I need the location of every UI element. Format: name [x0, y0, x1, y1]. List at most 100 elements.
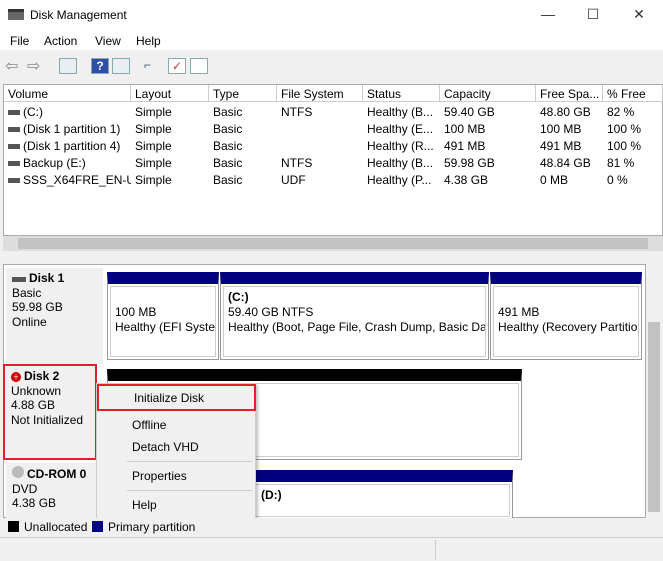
close-button[interactable]: ✕ — [629, 6, 649, 23]
disk-icon — [12, 277, 26, 282]
cell-text: 100 % — [607, 122, 642, 136]
menu-item-detach-vhd[interactable]: Detach VHD — [132, 440, 199, 454]
cell-text: UDF — [281, 173, 306, 187]
toolbar: ⇦ ⇨ ? ⌐ ✓ — [0, 52, 663, 80]
table-cell: Healthy (B... — [363, 154, 440, 171]
table-cell: 0 % — [603, 171, 663, 188]
menu-separator — [127, 490, 252, 491]
menu-item-initialize-disk[interactable]: Initialize Disk — [97, 384, 256, 411]
table-row[interactable]: (C:) Simple Basic NTFS Healthy (B... 59.40 GB… — [4, 103, 663, 120]
cell-text: (Disk 1 partition 1) — [23, 122, 121, 136]
cell-text: 82 % — [607, 105, 635, 119]
table-cell: NTFS — [277, 103, 363, 120]
table-cell: (Disk 1 partition 4) — [4, 137, 131, 154]
table-cell: 100 MB — [536, 120, 603, 137]
minimize-button[interactable]: — — [538, 6, 558, 22]
partition-label: (C:) — [228, 290, 249, 304]
cell-text: Healthy (P... — [367, 173, 432, 187]
col-status[interactable]: Status — [363, 85, 440, 102]
disk2-label[interactable]: + Disk 2 Unknown 4.88 GB Not Initialized — [3, 364, 97, 460]
cell-text: NTFS — [281, 156, 313, 170]
cell-text: Simple — [135, 173, 172, 187]
menu-action[interactable]: Action — [44, 34, 77, 48]
partition-status: Healthy (Boot, Page File, Crash Dump, Ba… — [228, 320, 486, 334]
help-icon[interactable]: ? — [91, 58, 109, 74]
cell-text: 81 % — [607, 156, 635, 170]
forward-icon[interactable]: ⇨ — [27, 56, 40, 76]
partition-c[interactable]: (C:) 59.40 GB NTFS Healthy (Boot, Page Fil… — [220, 272, 489, 360]
disk-size: 4.38 GB — [12, 496, 57, 510]
volume-icon — [8, 144, 20, 150]
table-cell — [277, 120, 363, 137]
disk1-label[interactable]: Disk 1 Basic 59.98 GB Online — [6, 268, 103, 364]
table-cell: 100 MB — [440, 120, 536, 137]
col-capacity[interactable]: Capacity — [440, 85, 536, 102]
col-layout[interactable]: Layout — [131, 85, 209, 102]
partition-recovery[interactable]: 491 MB Healthy (Recovery Partitio — [490, 272, 642, 360]
volume-icon — [8, 161, 20, 167]
cell-text: SSS_X64FRE_EN-U... — [23, 173, 131, 187]
cell-text: 100 MB — [540, 122, 582, 136]
table-row[interactable]: (Disk 1 partition 4) Simple Basic Healthy (… — [4, 137, 663, 154]
cell-text: Backup (E:) — [23, 156, 86, 170]
back-icon[interactable]: ⇦ — [5, 56, 18, 76]
disk-error-icon: + — [11, 372, 21, 382]
table-cell: 4.38 GB — [440, 171, 536, 188]
col-volume[interactable]: Volume — [4, 85, 131, 102]
cell-text: 491 MB — [444, 139, 486, 153]
table-cell: Basic — [209, 171, 277, 188]
action-pane-icon[interactable] — [112, 58, 130, 74]
volume-list: Volume Layout Type File System Status Ca… — [3, 84, 663, 236]
table-cell: Healthy (E... — [363, 120, 440, 137]
table-cell: 100 % — [603, 120, 663, 137]
maximize-button[interactable]: ☐ — [583, 6, 603, 23]
table-row[interactable]: (Disk 1 partition 1) Simple Basic Healthy (… — [4, 120, 663, 137]
cell-text: 48.84 GB — [540, 156, 591, 170]
vertical-scrollbar[interactable] — [646, 264, 662, 518]
cell-text: (Disk 1 partition 4) — [23, 139, 121, 153]
properties-icon[interactable] — [190, 58, 208, 74]
cell-text: Simple — [135, 156, 172, 170]
disk-name: Disk 2 — [24, 369, 60, 383]
partition-efi[interactable]: 100 MB Healthy (EFI System — [107, 272, 219, 360]
connect-icon[interactable]: ⌐ — [144, 58, 162, 74]
col-file-system[interactable]: File System — [277, 85, 363, 102]
table-cell: 100 % — [603, 137, 663, 154]
status-bar — [0, 537, 663, 561]
table-cell: 82 % — [603, 103, 663, 120]
menu-file[interactable]: File — [10, 34, 29, 48]
menu-view[interactable]: View — [95, 34, 121, 48]
cell-text: 48.80 GB — [540, 105, 591, 119]
menu-help[interactable]: Help — [136, 34, 161, 48]
check-icon[interactable]: ✓ — [168, 58, 186, 74]
col-free-space[interactable]: Free Spa... — [536, 85, 603, 102]
menu-item-help[interactable]: Help — [132, 498, 157, 512]
table-cell: SSS_X64FRE_EN-U... — [4, 171, 131, 188]
table-cell — [277, 137, 363, 154]
horizontal-scrollbar[interactable] — [3, 236, 663, 251]
menu-item-offline[interactable]: Offline — [132, 418, 166, 432]
table-cell: Simple — [131, 154, 209, 171]
col-percent-free[interactable]: % Free — [603, 85, 663, 102]
cell-text: (C:) — [23, 105, 43, 119]
menu-item-properties[interactable]: Properties — [132, 469, 187, 483]
console-tree-icon[interactable] — [59, 58, 77, 74]
table-row[interactable]: SSS_X64FRE_EN-U... Simple Basic UDF Healthy … — [4, 171, 663, 188]
legend: Unallocated Primary partition — [3, 518, 663, 535]
col-type[interactable]: Type — [209, 85, 277, 102]
table-cell: Simple — [131, 120, 209, 137]
menu-separator — [127, 461, 252, 462]
cell-text: 491 MB — [540, 139, 582, 153]
cell-text: Basic — [213, 122, 243, 136]
partition-size: 100 MB — [115, 305, 157, 319]
table-cell: Basic — [209, 154, 277, 171]
cdrom-label[interactable]: CD-ROM 0 DVD 4.38 GB — [6, 463, 103, 519]
volume-icon — [8, 110, 20, 116]
cell-text: 100 MB — [444, 122, 486, 136]
cell-text: Healthy (E... — [367, 122, 434, 136]
table-cell: (C:) — [4, 103, 131, 120]
table-cell: 59.40 GB — [440, 103, 536, 120]
partition-status: Healthy (EFI System — [115, 320, 216, 334]
table-row[interactable]: Backup (E:) Simple Basic NTFS Healthy (B... 5… — [4, 154, 663, 171]
unallocated-swatch — [8, 521, 19, 532]
